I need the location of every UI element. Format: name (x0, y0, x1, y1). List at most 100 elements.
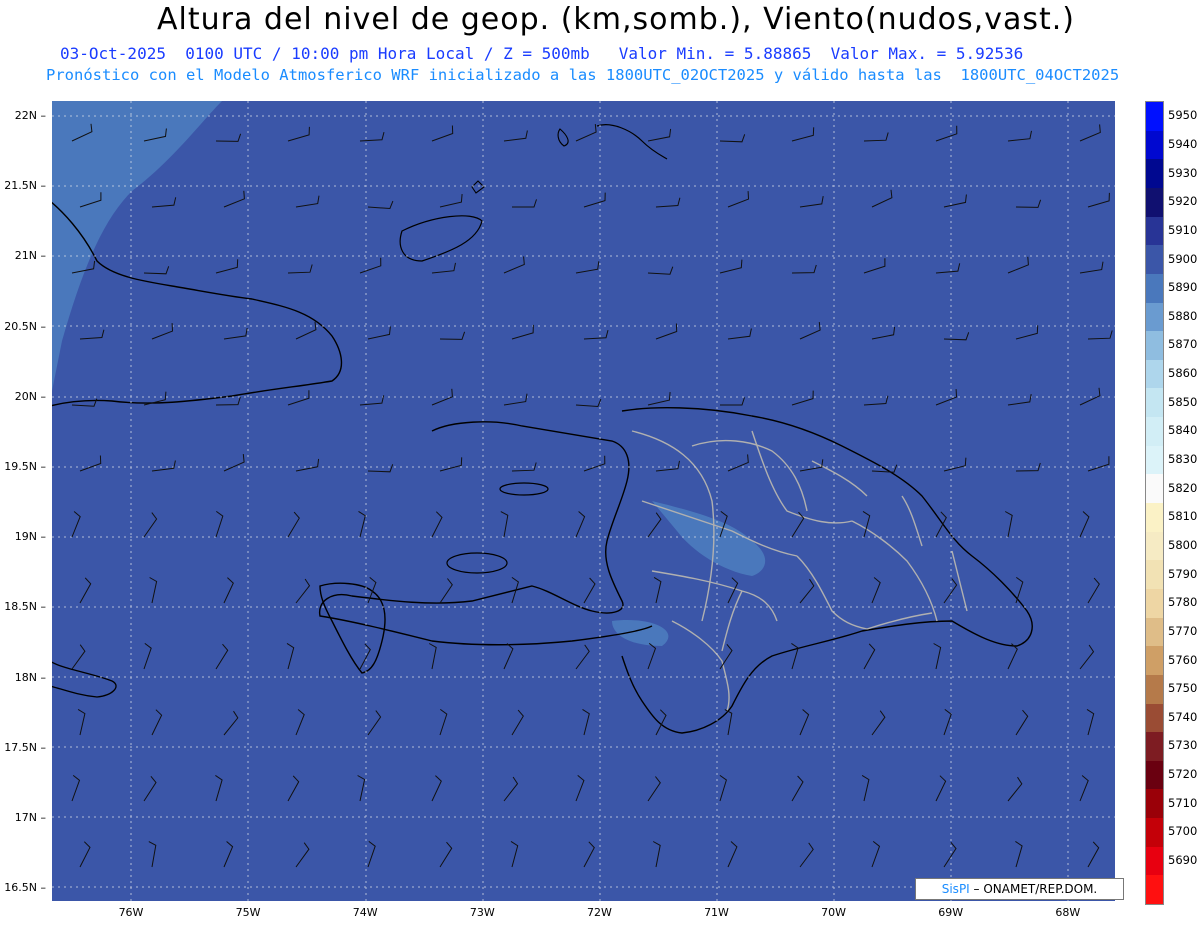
wind-barb (71, 644, 86, 670)
wind-barb (367, 841, 376, 868)
legend-label: 5740 (1168, 709, 1198, 724)
legend-label: 5830 (1168, 452, 1198, 467)
small-island-2 (557, 128, 569, 147)
wind-barb (439, 841, 453, 868)
wind-barb (719, 643, 733, 670)
wind-barb (223, 328, 248, 340)
wind-barb (151, 460, 176, 472)
wind-barb (933, 643, 942, 670)
wind-barb (511, 324, 534, 340)
legend-label: 5750 (1168, 681, 1198, 696)
wind-barb (148, 841, 157, 868)
wind-barb (647, 392, 671, 406)
wind-barb (143, 512, 158, 538)
lat-label: 19N – (14, 530, 46, 544)
wind-barb (655, 460, 680, 472)
wind-barb (863, 258, 886, 274)
wind-barb (500, 511, 509, 538)
lon-label: 73W (469, 906, 495, 919)
lon-label: 71W (704, 906, 729, 919)
wind-barb (503, 776, 519, 802)
wind-barb (287, 264, 313, 274)
legend-swatch (1146, 531, 1163, 561)
legend-label: 5720 (1168, 767, 1198, 782)
wind-barb (287, 390, 310, 406)
wind-barb (727, 841, 738, 868)
wind-barb (79, 841, 91, 868)
wind-barb (223, 190, 245, 208)
wind-barb (503, 130, 528, 142)
wind-barb (1007, 130, 1032, 142)
lon-label: 76W (118, 906, 144, 919)
wind-barb (215, 510, 224, 538)
wind-barb (439, 578, 453, 604)
wind-barb (647, 512, 662, 538)
wind-barb (943, 578, 958, 604)
wind-barb (871, 710, 886, 736)
legend-swatch (1146, 216, 1163, 246)
wind-barb (428, 643, 437, 670)
wind-barb (358, 510, 366, 538)
wind-barb (1079, 775, 1089, 802)
wind-barb (287, 126, 310, 142)
wind-barb (1007, 776, 1023, 802)
wind-barb (799, 196, 824, 208)
wind-barb (223, 710, 239, 736)
legend-swatch (1146, 789, 1163, 819)
wind-barb (871, 841, 881, 868)
wind-barb (215, 643, 229, 670)
legend-swatch (1146, 130, 1163, 160)
legend-label: 5920 (1168, 194, 1198, 209)
legend-swatch (1146, 302, 1163, 332)
wind-barbs (71, 123, 1113, 868)
wind-barb (151, 197, 177, 208)
wind-barb (1015, 709, 1029, 736)
wind-barb (727, 191, 750, 208)
lat-label: 22N – (14, 109, 46, 122)
wind-barb (1079, 511, 1090, 538)
legend-label: 5880 (1168, 308, 1198, 323)
wind-barb (71, 511, 81, 538)
wind-barb (799, 578, 815, 604)
lon-label: 70W (821, 906, 847, 919)
lat-label: 19.5N – (4, 460, 46, 473)
lat-label: 18N – (14, 670, 46, 684)
wind-barb (652, 841, 661, 868)
wind-barb (287, 775, 300, 802)
wind-barb (359, 257, 382, 274)
wind-barb (79, 577, 92, 604)
legend-label: 5770 (1168, 623, 1198, 638)
chart-title: Altura del nivel de geop. (km,somb.), Vi… (157, 2, 1075, 37)
wind-barb (215, 259, 239, 274)
legend-label: 5860 (1168, 366, 1198, 381)
legend-swatch (1146, 875, 1163, 905)
wind-barb (367, 326, 391, 340)
model-info-line: Pronóstico con el Modelo Atmosferico WRF… (46, 66, 1120, 84)
tortuga-island (499, 482, 549, 496)
wind-barb (77, 708, 86, 736)
legend-label: 5840 (1168, 423, 1198, 438)
wind-barb (439, 194, 463, 208)
legend-swatch (1146, 846, 1163, 876)
legend-label: 5700 (1168, 824, 1198, 839)
wind-barb (143, 775, 157, 802)
legend-swatch (1146, 760, 1163, 790)
wind-barb (791, 264, 817, 274)
wind-barb (1015, 576, 1024, 604)
wind-barb (151, 323, 174, 340)
jamaica-coast (52, 661, 117, 698)
legend-swatch (1146, 818, 1163, 848)
wind-barb (719, 134, 746, 143)
legend-swatch (1146, 445, 1163, 475)
wind-barb (799, 709, 810, 736)
shading-dr-south (612, 620, 669, 646)
legend-label: 5780 (1168, 595, 1198, 610)
legend-label: 5900 (1168, 251, 1198, 266)
legend-label: 5710 (1168, 795, 1198, 810)
legend-label: 5930 (1168, 165, 1198, 180)
wind-barb (1079, 261, 1104, 274)
wind-barb (439, 331, 466, 340)
wind-barb (583, 329, 609, 340)
wind-barb (512, 199, 537, 208)
wind-barb (943, 709, 952, 736)
